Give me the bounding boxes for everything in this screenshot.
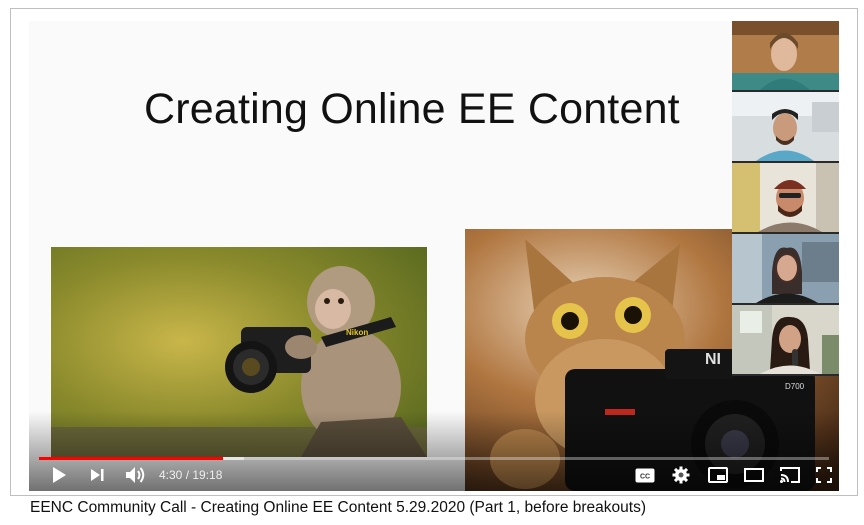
svg-text:Nikon: Nikon xyxy=(346,328,368,337)
participant-tile xyxy=(732,163,839,234)
time-display: 4:30 / 19:18 xyxy=(159,468,222,482)
participant-tile xyxy=(732,92,839,163)
volume-icon xyxy=(126,467,145,483)
play-icon xyxy=(53,467,66,483)
participant-video xyxy=(732,21,839,90)
captions-icon: CC xyxy=(635,468,655,482)
fullscreen-button[interactable] xyxy=(813,463,835,487)
miniplayer-button[interactable] xyxy=(705,463,731,487)
time-separator: / xyxy=(182,468,193,482)
cast-icon xyxy=(780,467,800,483)
cast-button[interactable] xyxy=(777,463,803,487)
slide-title: Creating Online EE Content xyxy=(144,85,680,133)
participant-video xyxy=(732,305,839,374)
theater-icon xyxy=(744,468,764,482)
participant-tile xyxy=(732,234,839,305)
fullscreen-icon xyxy=(816,467,832,483)
participant-tile xyxy=(732,305,839,376)
progress-bar[interactable] xyxy=(39,457,829,460)
duration: 19:18 xyxy=(192,468,223,482)
participant-video xyxy=(732,163,839,232)
progress-played xyxy=(39,457,224,460)
video-frame: Creating Online EE Content Nikon NI D700… xyxy=(10,8,858,496)
theater-mode-button[interactable] xyxy=(741,463,767,487)
next-icon xyxy=(91,469,104,481)
current-time: 4:30 xyxy=(159,468,183,482)
settings-icon xyxy=(672,466,690,484)
video-title: EENC Community Call - Creating Online EE… xyxy=(30,499,646,516)
volume-button[interactable] xyxy=(123,463,149,487)
participant-video-grid xyxy=(732,21,839,384)
miniplayer-icon xyxy=(708,467,728,483)
participant-tile xyxy=(732,21,839,92)
next-button[interactable] xyxy=(85,463,109,487)
participant-video xyxy=(732,234,839,303)
participant-video xyxy=(732,92,839,161)
captions-button[interactable]: CC xyxy=(633,463,657,487)
settings-button[interactable] xyxy=(669,463,693,487)
cc-label: CC xyxy=(640,473,650,480)
play-button[interactable] xyxy=(47,463,71,487)
video-player[interactable]: Creating Online EE Content Nikon NI D700… xyxy=(29,21,839,491)
svg-text:NI: NI xyxy=(705,351,721,368)
